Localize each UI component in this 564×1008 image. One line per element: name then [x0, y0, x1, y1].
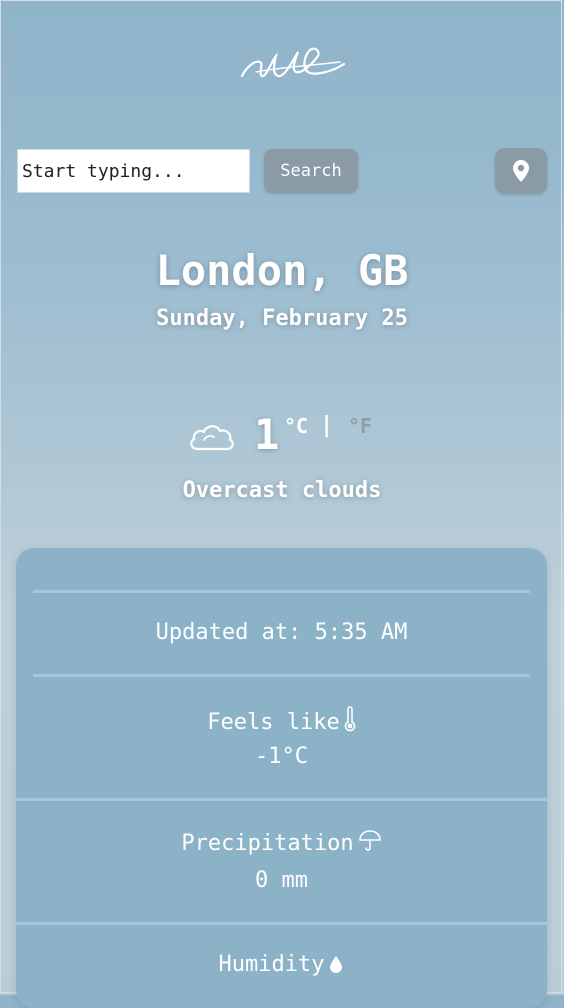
humidity-label: Humidity [218, 952, 325, 977]
cloud-icon [190, 425, 234, 451]
current-date: Sunday, February 25 [156, 306, 408, 331]
unit-celsius-toggle[interactable]: °C [284, 414, 308, 438]
unit-separator: | [320, 413, 334, 438]
precipitation-value: 0 mm [255, 868, 308, 893]
divider [16, 798, 547, 801]
location-pin-icon [513, 160, 529, 182]
divider [16, 922, 547, 925]
divider [33, 674, 530, 677]
weather-description: Overcast clouds [182, 478, 382, 503]
feels-like-row: Feels like [16, 706, 547, 735]
umbrella-icon [358, 830, 381, 851]
humidity-row: Humidity [16, 952, 547, 977]
feels-like-label: Feels like [207, 710, 340, 735]
precipitation-row: Precipitation [16, 829, 547, 856]
search-button[interactable]: Search [264, 149, 358, 193]
divider [33, 590, 530, 593]
water-drop-icon [330, 956, 343, 973]
unit-fahrenheit-toggle[interactable]: °F [348, 414, 372, 438]
updated-at: Updated at: 5:35 AM [155, 620, 408, 645]
thermometer-icon [344, 706, 356, 732]
location-button[interactable] [495, 148, 547, 194]
details-panel: Updated at: 5:35 AM Feels like -1°C Prec… [16, 548, 547, 1008]
search-input[interactable] [17, 149, 250, 193]
feels-like-value: -1°C [255, 744, 308, 769]
logo-icon [240, 47, 346, 78]
city-name: London, GB [155, 246, 409, 295]
temperature-value: 1 [254, 410, 280, 459]
precipitation-label: Precipitation [181, 831, 354, 856]
